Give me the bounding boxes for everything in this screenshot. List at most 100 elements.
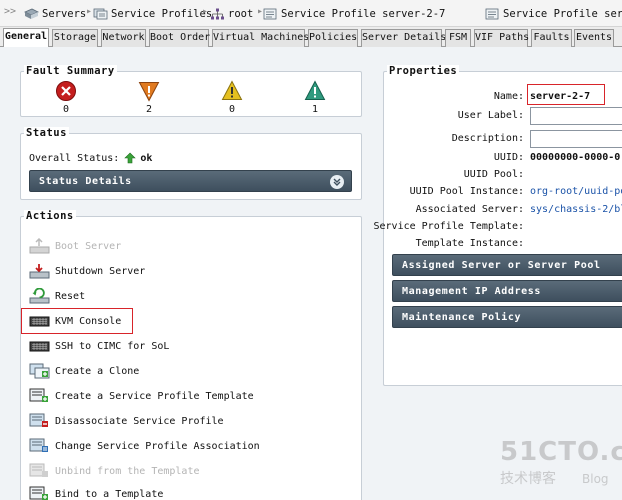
change-association-icon [29,438,48,452]
service-profiles-icon [93,8,108,20]
change-association-action[interactable]: Change Service Profile Association [29,437,260,455]
status-details-expander[interactable]: Status Details [29,170,352,192]
tab-fsm[interactable]: FSM [445,29,471,47]
fault-summary-title: Fault Summary [24,65,117,77]
org-tree-icon [211,8,224,20]
ssh-cimc-sol-action[interactable]: SSH to CIMC for SoL [29,337,169,355]
action-label: Bind to a Template [55,488,164,500]
description-label: Description: [451,133,524,144]
uuid-value: 00000000-0000-0 [530,152,621,163]
service-profile-icon [485,8,499,20]
status-title: Status [24,127,69,139]
breadcrumb-item-root[interactable]: root [210,7,253,21]
critical-fault-icon [56,81,76,101]
associated-server-link[interactable]: sys/chassis-2/bla [530,204,622,215]
tab-bar: General Storage Network Boot Order Virtu… [0,27,622,48]
status-details-label: Status Details [39,176,132,187]
critical-count: 0 [62,104,70,115]
action-label: Unbind from the Template [55,465,200,477]
description-input[interactable] [530,130,622,148]
action-label: SSH to CIMC for SoL [55,340,170,352]
reset-action[interactable]: Reset [29,287,85,305]
breadcrumb-label: Servers [42,8,87,20]
disassociate-action[interactable]: Disassociate Service Profile [29,412,224,430]
ssh-icon [29,341,50,352]
associated-server-label: Associated Server: [415,204,524,215]
minor-count: 0 [228,104,236,115]
minor-fault-icon [221,80,243,100]
template-instance-label: Template Instance: [415,238,524,249]
boot-server-icon [29,238,50,254]
uuid-pool-label: UUID Pool: [463,169,524,180]
service-profile-icon [263,8,277,20]
breadcrumb-item-service-profile[interactable]: Service Profile server-2-7 [263,7,445,21]
tab-network[interactable]: Network [101,29,146,47]
action-label: Reset [55,290,86,302]
disassociate-icon [29,413,48,427]
breadcrumb-label: root [228,8,254,20]
action-label: Boot Server [55,240,122,252]
action-label: Disassociate Service Profile [55,415,224,427]
collapse-glyph[interactable]: >> [4,6,16,17]
kvm-console-highlight-box [21,308,133,334]
template-icon [29,388,48,402]
warning-count: 1 [311,104,319,115]
unbind-icon [29,463,48,477]
watermark-blog: Blog [582,472,609,486]
window-title-label: Service Profile server [503,8,622,20]
action-label: Shutdown Server [55,265,146,277]
sp-template-label: Service Profile Template: [373,221,524,232]
breadcrumb-item-servers[interactable]: Servers [24,7,86,21]
create-clone-action[interactable]: Create a Clone [29,362,139,380]
breadcrumb-label: Service Profile server-2-7 [281,8,446,20]
clone-icon [29,363,50,379]
tab-storage[interactable]: Storage [52,29,98,47]
uuid-pool-instance-label: UUID Pool Instance: [409,186,524,197]
actions-title: Actions [24,210,76,222]
shutdown-server-action[interactable]: Shutdown Server [29,262,145,280]
tab-boot-order[interactable]: Boot Order [149,29,210,47]
tab-server-details[interactable]: Server Details [361,29,446,47]
tab-general[interactable]: General [3,28,49,48]
action-label: Create a Clone [55,365,140,377]
general-tab-content: Fault Summary 0 2 0 1 Status Overall Sta… [0,47,622,500]
tab-faults[interactable]: Faults [531,29,572,47]
breadcrumb-label: Service Profiles [111,8,213,20]
major-fault-icon [138,82,160,102]
fault-major[interactable]: 2 [134,80,164,115]
bind-icon [29,486,48,500]
assigned-server-section[interactable]: Assigned Server or Server Pool [392,254,622,276]
boot-server-action[interactable]: Boot Server [29,237,121,255]
fault-summary-panel: Fault Summary 0 2 0 1 [20,65,362,117]
breadcrumb-separator: ▸ [86,6,93,17]
user-label-label: User Label: [457,110,524,121]
breadcrumb-item-service-profiles[interactable]: Service Profiles [93,7,212,21]
properties-title: Properties [387,65,460,77]
action-label: Change Service Profile Association [55,440,260,452]
tab-events[interactable]: Events [574,29,614,47]
window-title: Service Profile server [485,7,622,21]
maintenance-policy-section[interactable]: Maintenance Policy [392,306,622,328]
chevron-down-icon [330,175,344,189]
unbind-template-action[interactable]: Unbind from the Template [29,462,200,480]
overall-status-row: Overall Status: ok [29,152,152,164]
tab-virtual-machines[interactable]: Virtual Machines [212,29,309,47]
user-label-input[interactable] [530,107,622,125]
warning-fault-icon [304,80,326,100]
fault-warning[interactable]: 1 [300,80,330,115]
breadcrumb: >> Servers ▸ Service Profiles ▸ root ▸ S… [0,0,622,27]
tab-vif-paths[interactable]: VIF Paths [474,29,529,47]
name-highlight-box [527,84,605,105]
overall-status-label: Overall Status: [29,152,120,164]
create-template-action[interactable]: Create a Service Profile Template [29,387,254,405]
fault-minor[interactable]: 0 [217,80,247,115]
fault-critical[interactable]: 0 [51,80,81,115]
status-panel: Status Overall Status: ok Status Details [20,127,362,200]
management-ip-section[interactable]: Management IP Address [392,280,622,302]
tab-policies[interactable]: Policies [308,29,358,47]
reset-icon [29,288,50,304]
bind-template-action[interactable]: Bind to a Template [29,485,163,500]
uuid-pool-instance-link[interactable]: org-root/uuid-poo [530,186,622,197]
watermark-subtitle: 技术博客 [500,471,556,487]
name-label: Name: [493,91,524,102]
